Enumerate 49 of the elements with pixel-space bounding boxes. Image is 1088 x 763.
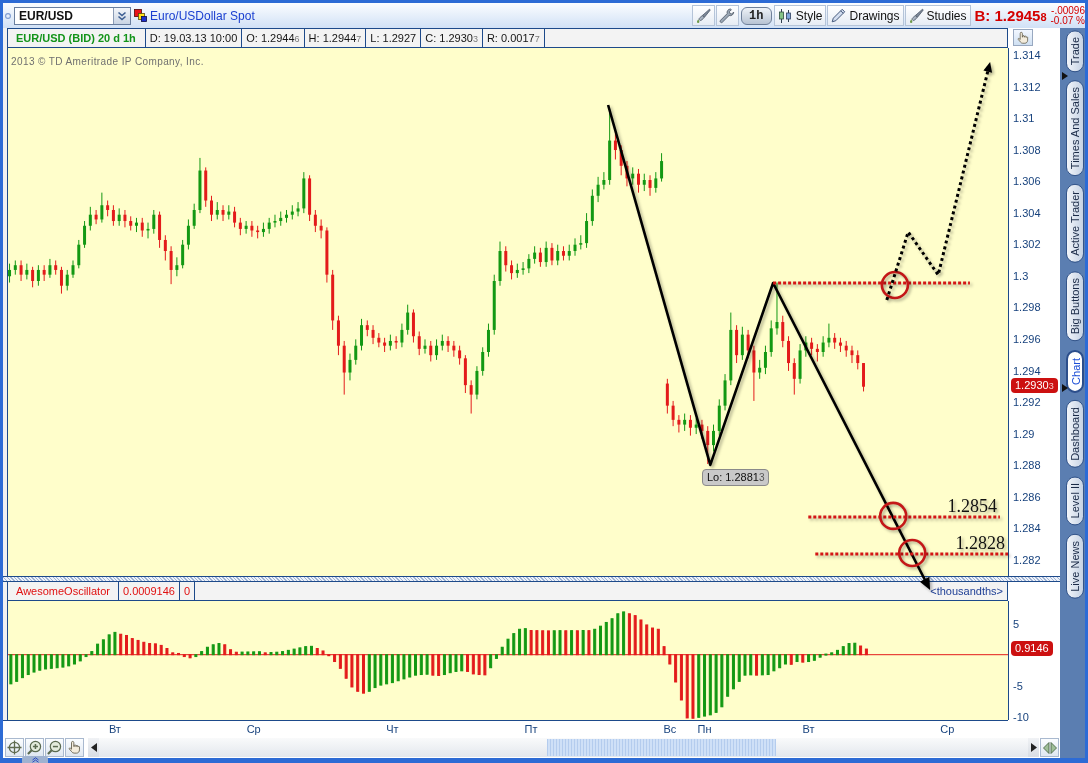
axis-label: 1.282 (1013, 552, 1041, 567)
quote-field: O: 1.29446 (242, 29, 305, 47)
axis-label: 1.302 (1013, 237, 1041, 252)
symbol-description: Euro/USDollar Spot (150, 8, 255, 23)
axis-label: 1.298 (1013, 300, 1041, 315)
axis-label: Чт (386, 723, 399, 736)
bid-price: B: 1.29458 (974, 7, 1047, 24)
axis-label: Пн (697, 723, 712, 736)
quote-field: L: 1.2927 (366, 29, 422, 47)
axis-label: 1.312 (1013, 79, 1041, 94)
axis-label: 1.292 (1013, 395, 1041, 410)
axis-label: 1.306 (1013, 174, 1041, 189)
axis-label: 1.284 (1013, 521, 1041, 536)
study-value: 0 (179, 582, 196, 600)
axis-label: 1.288 (1013, 458, 1041, 473)
axis-label: 1.314 (1013, 47, 1041, 62)
axis-label: 1.304 (1013, 205, 1041, 220)
quote-field: C: 1.29303 (421, 29, 483, 47)
axis-label: -10 (1013, 709, 1029, 724)
axis-label: 1.296 (1013, 332, 1041, 346)
low-price-label: Lo: 1.28813 (701, 468, 770, 486)
axis-label: Пт (524, 723, 538, 736)
axis-label: 1.3 (1013, 268, 1029, 283)
price-level-label: 1.2828 (955, 532, 1005, 553)
axis-label: -5 (1013, 678, 1023, 693)
axis-label: Вт (108, 723, 121, 736)
quote-field: D: 19.03.13 10:00 (145, 29, 243, 47)
axis-label: 1.286 (1013, 489, 1041, 504)
axis-label: 1.29 (1013, 426, 1035, 441)
study-name: AwesomeOscillator (8, 582, 119, 600)
price-tag: 1.29303 (1011, 378, 1058, 394)
units-label: <thousandths> (930, 584, 1004, 599)
value-tag: 0.9146 (1011, 641, 1053, 657)
axis-label: Ср (940, 723, 955, 736)
chart-title: EUR/USD (BID) 20 d 1h (8, 29, 146, 47)
percent-change: -0.07 % (1050, 15, 1085, 26)
price-change: -.00096 (1051, 5, 1085, 16)
axis-label: Вт (802, 723, 815, 736)
quote-field: H: 1.29447 (304, 29, 367, 47)
axis-label: Ср (246, 723, 261, 736)
copyright-text: 2013 © TD Ameritrade IP Company, Inc. (11, 56, 204, 67)
axis-label: 1.294 (1013, 363, 1041, 378)
axis-label: 5 (1013, 616, 1020, 631)
axis-label: Вс (663, 723, 677, 736)
axis-label: 1.31 (1013, 111, 1035, 126)
axis-label: 1.308 (1013, 142, 1041, 157)
quote-field: R: 0.00177 (482, 29, 545, 47)
study-value: 0.0009146 (118, 582, 180, 600)
price-level-label: 1.2854 (947, 496, 997, 516)
